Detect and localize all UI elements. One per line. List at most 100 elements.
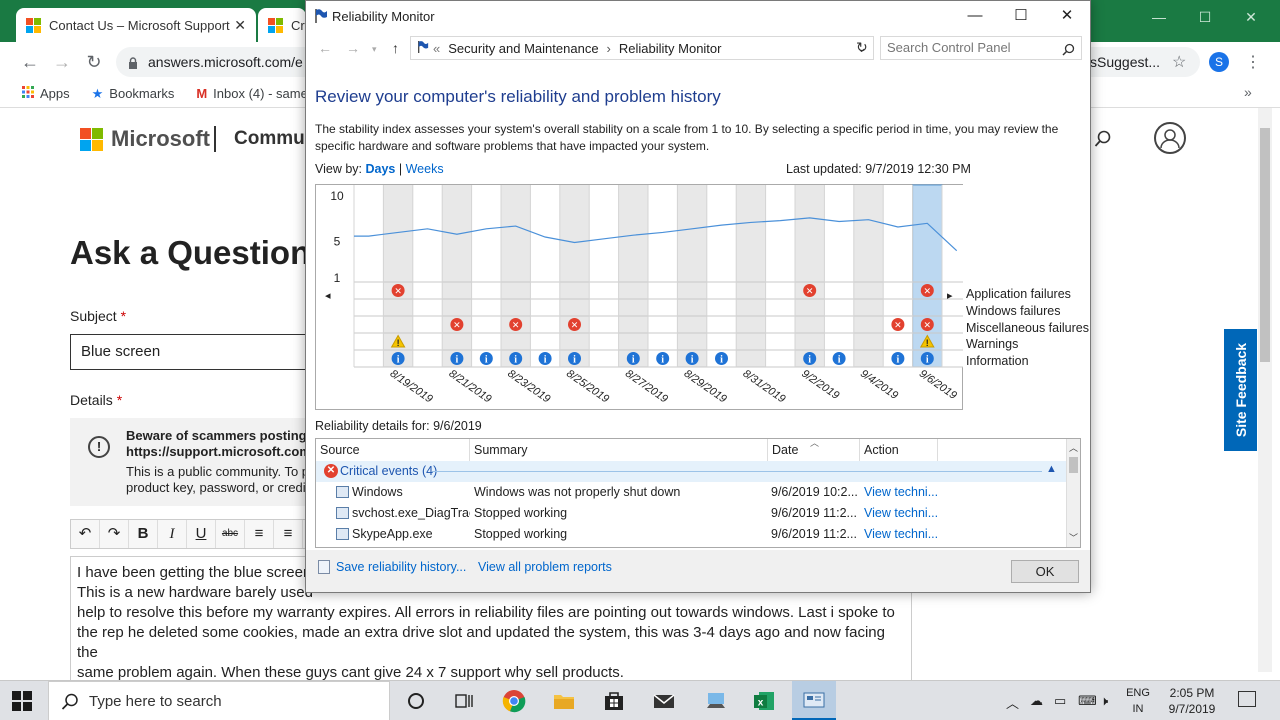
speaker-tray-icon[interactable]: ⌨ [1078,693,1097,709]
site-feedback-button[interactable]: Site Feedback [1224,329,1257,451]
minimize-icon[interactable]: — [952,1,998,31]
chrome-icon[interactable] [500,687,528,715]
reload-icon[interactable]: ↻ [82,50,106,74]
information-mark: i [397,355,400,366]
windows-start-icon[interactable] [12,691,32,711]
menu-icon[interactable]: ⋮ [1245,52,1261,72]
stability-chart[interactable]: 1051◂ ▸✕ ✕ ✕✕ ✕ ✕ ✕ ✕! !i i i i i i i i i i i i i i8/19/2019 8… [315,184,963,410]
warning-mark: ! [926,338,929,348]
bold-button[interactable]: B [129,520,158,548]
subject-input[interactable]: Blue screen [70,334,310,370]
table-row[interactable]: svchost.exe_DiagTrack Stopped working 9/… [316,503,1066,524]
scroll-left-icon[interactable]: ◂ [325,289,331,302]
underline-button[interactable]: U [187,520,216,548]
warning-link[interactable]: https://support.microsoft.com [126,444,310,460]
page-scrollbar[interactable] [1258,108,1272,672]
table-row[interactable]: Windows Windows was not properly shut do… [316,482,1066,503]
clock-time: 2:05 PM [1169,686,1215,700]
volume-icon[interactable]: 🕨 [1100,693,1108,709]
column-header-action[interactable]: Action [860,439,938,461]
mail-icon[interactable] [650,687,678,715]
close-icon[interactable]: ✕ [1044,1,1090,31]
search-control-panel-input[interactable]: Search Control Panel [880,36,1082,60]
details-label: Details * [70,392,122,408]
view-technical-details-link[interactable]: View techni... [864,503,954,524]
page-heading: Review your computer's reliability and p… [315,87,721,106]
collapse-icon[interactable]: ▲ [1046,463,1057,475]
italic-button[interactable]: I [158,520,187,548]
back-icon[interactable]: ← [318,40,332,56]
group-divider [432,471,1042,472]
view-weeks-link[interactable]: Weeks [406,162,444,176]
critical-events-group[interactable]: ✕ Critical events (4) ▲ [316,461,1066,482]
file-explorer-icon[interactable] [550,687,578,715]
taskbar-search-input[interactable]: Type here to search [48,681,390,720]
search-icon[interactable] [1094,130,1112,148]
table-scrollbar[interactable]: ︿ ﹀ [1066,439,1080,547]
connect-device-icon[interactable] [702,687,730,715]
user-account-icon[interactable] [1154,122,1186,154]
bookmark-inbox[interactable]: M Inbox (4) - samee [196,86,315,101]
scrollbar-thumb[interactable] [1260,128,1270,362]
day-column [471,185,501,367]
undo-button[interactable]: ↶ [71,520,100,548]
cortana-icon[interactable] [402,687,430,715]
reliability-monitor-task-icon[interactable] [792,681,836,720]
scroll-right-icon[interactable]: ▸ [947,289,953,302]
microsoft-brand[interactable]: Microsoft [80,126,210,152]
reliability-monitor-window: Reliability Monitor — ☐ ✕ ← → ▾ ↑ « Secu… [305,0,1091,593]
column-header-source[interactable]: Source [316,439,470,461]
language-indicator[interactable]: ENG IN [1120,685,1156,717]
tab-contact-us[interactable]: Contact Us – Microsoft Support ✕ [16,8,256,42]
table-row[interactable]: SkypeApp.exe Stopped working 9/6/2019 11… [316,524,1066,545]
warning-mark: ! [397,338,400,348]
column-header-summary[interactable]: Summary [470,439,768,461]
close-icon[interactable]: ✕ [234,17,246,34]
breadcrumb-item[interactable]: Reliability Monitor [619,41,722,56]
back-icon[interactable]: ← [18,50,42,74]
task-view-icon[interactable] [450,687,478,715]
bookmark-bookmarks[interactable]: ★ Bookmarks [92,86,175,102]
minimize-icon[interactable]: — [1136,4,1182,30]
scroll-up-icon[interactable]: ︿ [1069,441,1078,454]
onedrive-icon[interactable]: ☁ [1030,693,1043,709]
profile-avatar[interactable]: S [1209,52,1229,72]
redo-button[interactable]: ↷ [100,520,129,548]
view-technical-details-link[interactable]: View techni... [864,524,954,545]
show-hidden-icons[interactable]: ︿ [1006,693,1019,712]
day-column [442,185,472,367]
forward-icon[interactable]: → [50,50,74,74]
scroll-down-icon[interactable]: ﹀ [1069,531,1078,544]
tab-second[interactable]: Cr [258,8,306,42]
excel-icon[interactable]: x [750,687,778,715]
clock[interactable]: 2:05 PM 9/7/2019 [1162,685,1222,717]
warning-body-1: This is a public community. To p [126,464,310,479]
view-all-reports-link[interactable]: View all problem reports [478,560,612,574]
community-label[interactable]: Commun [214,126,316,152]
ok-button[interactable]: OK [1011,560,1079,583]
breadcrumb[interactable]: « Security and Maintenance › Reliability… [410,36,874,60]
bookmark-apps[interactable]: Apps [22,86,70,101]
up-icon[interactable]: ↑ [392,40,399,56]
notifications-icon[interactable] [1238,691,1256,707]
align-center-button[interactable]: ≡ [274,520,303,548]
day-column [530,185,560,367]
strikethrough-button[interactable]: abc [216,520,245,548]
more-bookmarks-icon[interactable]: » [1244,84,1252,100]
view-days-link[interactable]: Days [366,162,396,176]
forward-icon[interactable]: → [346,40,360,56]
refresh-icon[interactable]: ↻ [856,39,868,56]
close-window-icon[interactable]: ✕ [1228,4,1274,30]
battery-icon[interactable]: ▭ [1054,693,1066,709]
recent-dropdown-icon[interactable]: ▾ [372,44,377,55]
star-icon[interactable]: ☆ [1172,52,1186,72]
maximize-icon[interactable]: ☐ [998,1,1044,31]
scrollbar-thumb[interactable] [1069,457,1078,473]
clock-date: 9/7/2019 [1168,702,1216,716]
store-icon[interactable] [600,687,628,715]
align-left-button[interactable]: ≡ [245,520,274,548]
maximize-icon[interactable]: ☐ [1182,4,1228,30]
view-technical-details-link[interactable]: View techni... [864,482,954,503]
breadcrumb-item[interactable]: Security and Maintenance [448,41,598,56]
save-history-link[interactable]: Save reliability history... [336,560,466,574]
